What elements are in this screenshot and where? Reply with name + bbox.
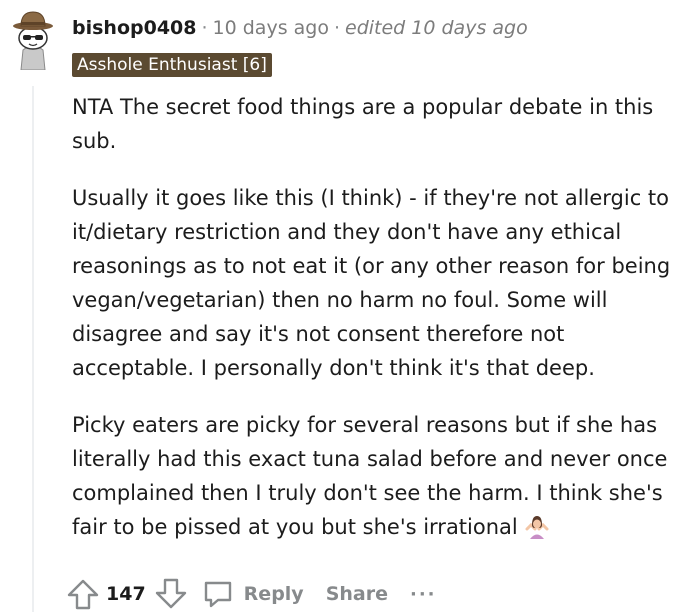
user-flair: Asshole Enthusiast [6] bbox=[72, 53, 272, 77]
vote-score: 147 bbox=[106, 583, 146, 605]
separator-dot: · bbox=[201, 17, 208, 39]
comment-paragraph: Picky eaters are picky for several reaso… bbox=[72, 408, 688, 544]
comment-body: NTA The secret food things are a popular… bbox=[72, 90, 688, 567]
reply-button[interactable]: Reply bbox=[202, 578, 304, 610]
avatar[interactable] bbox=[6, 6, 60, 71]
thread-line[interactable] bbox=[32, 86, 34, 612]
comment-paragraph-text: Picky eaters are picky for several reaso… bbox=[72, 413, 668, 539]
more-options-button[interactable]: ··· bbox=[410, 584, 437, 605]
snoo-cowboy-avatar-icon bbox=[13, 11, 53, 71]
share-button[interactable]: Share bbox=[326, 583, 388, 605]
downvote-button[interactable] bbox=[154, 577, 188, 611]
comment-paragraph: NTA The secret food things are a popular… bbox=[72, 95, 654, 153]
downvote-arrow-icon bbox=[155, 578, 186, 609]
speech-bubble-icon bbox=[204, 581, 231, 608]
comment-actions: 147 Reply Share ··· bbox=[66, 572, 437, 616]
separator-dot: · bbox=[333, 17, 341, 39]
comment-meta: bishop0408 · 10 days ago · edited 10 days ag… bbox=[72, 17, 528, 39]
edited-label: edited 10 days ago bbox=[345, 17, 528, 39]
reply-label: Reply bbox=[243, 583, 304, 605]
upvote-button[interactable] bbox=[66, 577, 100, 611]
upvote-arrow-icon bbox=[67, 579, 99, 610]
woman-shrugging-emoji-icon bbox=[524, 513, 550, 539]
username[interactable]: bishop0408 bbox=[72, 17, 196, 39]
comment-paragraph: Usually it goes like this (I think) - if… bbox=[72, 186, 671, 380]
timestamp[interactable]: 10 days ago bbox=[213, 17, 329, 39]
